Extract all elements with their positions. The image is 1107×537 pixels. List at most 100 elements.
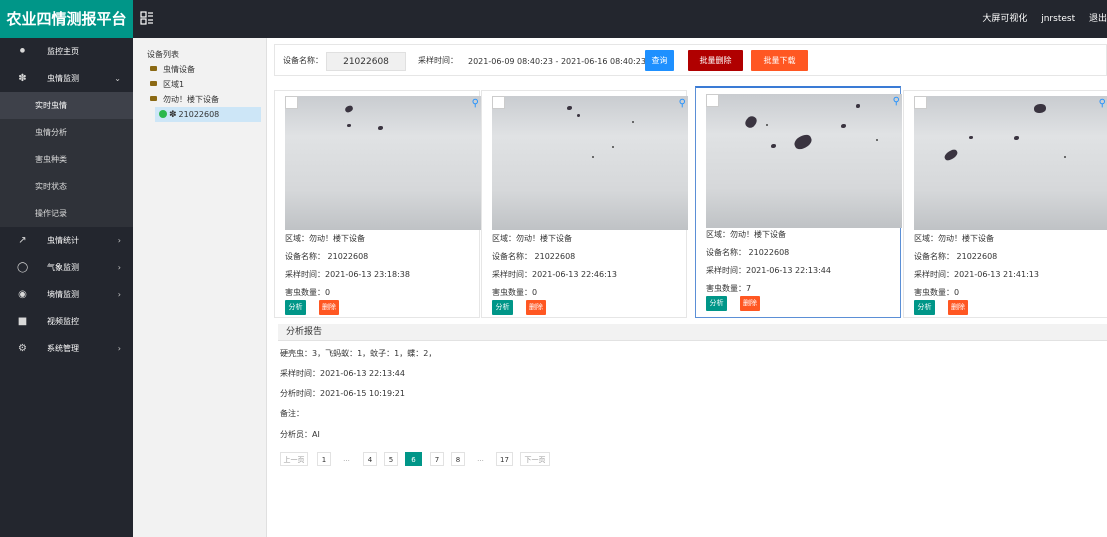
user-name[interactable]: jnrstest	[1041, 14, 1075, 24]
chevron-down-icon: ⌄	[114, 74, 121, 83]
card-time: 采样时间：2021-06-13 21:41:13	[914, 270, 1039, 279]
filter-bar: 设备名称： 21022608 采样时间： 2021-06-09 08:40:23…	[274, 44, 1107, 76]
online-status-icon	[159, 110, 167, 118]
next-page-button[interactable]: 下一页	[520, 452, 550, 466]
zoom-icon[interactable]: ⚲	[893, 96, 900, 107]
chevron-right-icon: ›	[117, 344, 121, 353]
delete-button[interactable]: 删除	[526, 300, 546, 315]
chart-line-icon: ↗	[18, 235, 27, 246]
image-card[interactable]: ⚲ 区域：勿动！楼下设备 设备名称： 21022608 采样时间：2021-06…	[903, 90, 1107, 318]
report-sample-time: 采样时间：2021-06-13 22:13:44	[280, 369, 405, 378]
sidebar-item-realtime-pest[interactable]: 实时虫情	[0, 92, 133, 119]
page-button[interactable]: 1	[317, 452, 331, 466]
card-count: 害虫数量：7	[706, 284, 752, 293]
sidebar-item-label: 虫情监测	[47, 74, 79, 83]
batch-download-button[interactable]: 批量下载	[751, 50, 808, 71]
zoom-icon[interactable]: ⚲	[679, 98, 686, 109]
card-area: 区域：勿动！楼下设备	[914, 234, 994, 243]
trap-image[interactable]: ⚲	[285, 96, 481, 230]
report-result: 硬壳虫：3，飞蚂蚁：1，蚊子：1，蝶：2，	[280, 349, 437, 358]
page-button[interactable]: 17	[496, 452, 513, 466]
page-button[interactable]: 8	[451, 452, 465, 466]
sidebar-item-pest-monitor[interactable]: ✽ 虫情监测 ⌄	[0, 65, 133, 92]
device-name-input[interactable]: 21022608	[326, 52, 406, 71]
folder-icon	[150, 81, 157, 86]
sidebar-item-weather[interactable]: ◯ 气象监测 ›	[0, 254, 133, 281]
chevron-right-icon: ›	[117, 236, 121, 245]
page-button[interactable]: 5	[384, 452, 398, 466]
device-tree: 设备列表 虫情设备 区域1 勿动！楼下设备 ✽ 21022608	[133, 38, 267, 537]
delete-button[interactable]: 删除	[948, 300, 968, 315]
card-time: 采样时间：2021-06-13 22:13:44	[706, 266, 831, 275]
menu-toggle-icon[interactable]	[140, 11, 154, 25]
analyze-button[interactable]: 分析	[492, 300, 513, 315]
analyze-button[interactable]: 分析	[706, 296, 727, 311]
card-device: 设备名称： 21022608	[492, 252, 576, 261]
page-button-current[interactable]: 6	[405, 452, 422, 466]
sidebar-item-video[interactable]: ■ 视频监控	[0, 308, 133, 335]
card-count: 害虫数量：0	[914, 288, 960, 297]
analyze-button[interactable]: 分析	[914, 300, 935, 315]
sample-time-range-input[interactable]: 2021-06-09 08:40:23 - 2021-06-16 08:40:2…	[468, 53, 646, 70]
logout-link[interactable]: 退出	[1089, 14, 1107, 24]
trap-image[interactable]: ⚲	[914, 96, 1107, 230]
analyze-button[interactable]: 分析	[285, 300, 306, 315]
trap-image[interactable]: ⚲	[492, 96, 688, 230]
sidebar-item-label: 监控主页	[47, 47, 79, 56]
report-analyst: 分析员：AI	[280, 430, 320, 439]
sidebar-item-pest-stats[interactable]: ↗ 虫情统计 ›	[0, 227, 133, 254]
sidebar-item-soil[interactable]: ◉ 墒情监测 ›	[0, 281, 133, 308]
folder-icon	[150, 66, 157, 71]
sidebar: ⚫ 监控主页 ✽ 虫情监测 ⌄ 实时虫情 虫情分析 害虫种类 实时状态 操作记录…	[0, 38, 133, 537]
report-note: 备注：	[280, 409, 304, 418]
sidebar-item-realtime-status[interactable]: 实时状态	[0, 173, 133, 200]
sidebar-item-pest-analysis[interactable]: 虫情分析	[0, 119, 133, 146]
tree-node-device-21022608[interactable]: ✽ 21022608	[155, 107, 261, 122]
delete-button[interactable]: 删除	[319, 300, 339, 315]
card-device: 设备名称： 21022608	[285, 252, 369, 261]
weather-icon: ◯	[17, 262, 29, 273]
top-bar: 农业四情测报平台 大屏可视化 jnrstest 退出	[0, 0, 1107, 38]
video-icon: ■	[17, 316, 28, 327]
sidebar-item-home[interactable]: ⚫ 监控主页	[0, 38, 133, 65]
big-screen-link[interactable]: 大屏可视化	[982, 14, 1027, 24]
delete-button[interactable]: 删除	[740, 296, 760, 311]
select-checkbox[interactable]	[492, 96, 505, 109]
tree-node-label: 21022608	[178, 110, 220, 119]
image-card[interactable]: ⚲ 区域：勿动！楼下设备 设备名称： 21022608 采样时间：2021-06…	[481, 90, 688, 318]
bug-icon: ✽	[169, 110, 177, 120]
select-checkbox[interactable]	[914, 96, 927, 109]
zoom-icon[interactable]: ⚲	[472, 98, 479, 109]
page-button[interactable]: 7	[430, 452, 444, 466]
card-time: 采样时间：2021-06-13 23:18:38	[285, 270, 410, 279]
tree-node-downstairs[interactable]: 勿动！楼下设备	[133, 92, 266, 107]
batch-delete-button[interactable]: 批量删除	[688, 50, 743, 71]
tree-node-label: 区域1	[163, 80, 185, 89]
top-right-links: 大屏可视化 jnrstest 退出	[982, 0, 1107, 38]
select-checkbox[interactable]	[706, 94, 719, 107]
card-device: 设备名称： 21022608	[914, 252, 998, 261]
sample-time-label: 采样时间：	[418, 56, 458, 65]
tree-node-pest-device[interactable]: 虫情设备	[133, 62, 266, 77]
sidebar-item-system[interactable]: ⚙ 系统管理 ›	[0, 335, 133, 362]
trap-image[interactable]: ⚲	[706, 94, 902, 228]
page-button[interactable]: 4	[363, 452, 377, 466]
prev-page-button[interactable]: 上一页	[280, 452, 308, 466]
select-checkbox[interactable]	[285, 96, 298, 109]
bug-icon: ✽	[18, 73, 27, 84]
card-area: 区域：勿动！楼下设备	[285, 234, 365, 243]
sidebar-item-label: 虫情统计	[47, 236, 79, 245]
main-content: 设备名称： 21022608 采样时间： 2021-06-09 08:40:23…	[274, 44, 1107, 537]
tree-node-label: 勿动！楼下设备	[163, 95, 219, 104]
card-area: 区域：勿动！楼下设备	[706, 230, 786, 239]
sidebar-item-operation-log[interactable]: 操作记录	[0, 200, 133, 227]
app-title[interactable]: 农业四情测报平台	[0, 0, 133, 38]
zoom-icon[interactable]: ⚲	[1099, 98, 1106, 109]
tree-title: 设备列表	[147, 50, 179, 59]
sidebar-item-pest-types[interactable]: 害虫种类	[0, 146, 133, 173]
image-card-selected[interactable]: ⚲ 区域：勿动！楼下设备 设备名称： 21022608 采样时间：2021-06…	[695, 86, 902, 318]
image-card[interactable]: ⚲ 区域：勿动！楼下设备 设备名称： 21022608 采样时间：2021-06…	[274, 90, 481, 318]
tree-node-area1[interactable]: 区域1	[133, 77, 266, 92]
globe-icon: ◉	[18, 289, 27, 300]
query-button[interactable]: 查询	[645, 50, 674, 71]
